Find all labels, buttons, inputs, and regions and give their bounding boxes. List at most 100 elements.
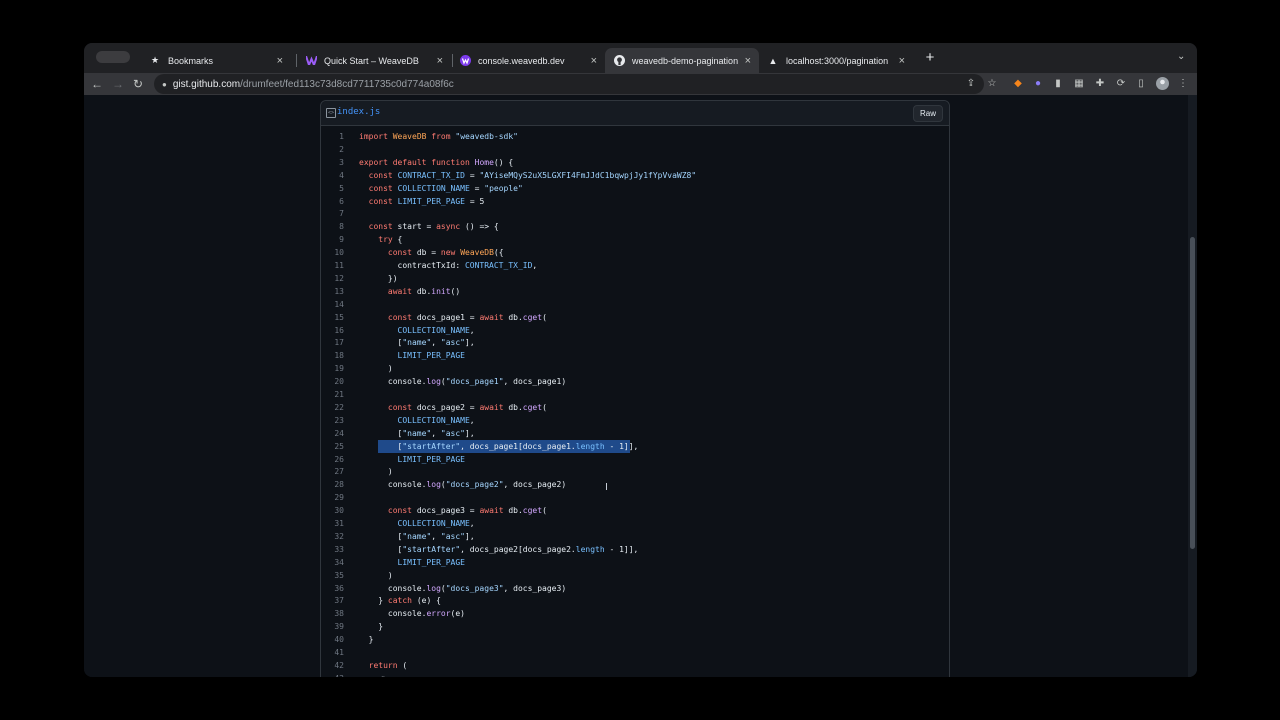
close-icon[interactable]: × [277, 55, 283, 67]
grid-extension-icon[interactable]: ▦ [1072, 77, 1086, 91]
line-number[interactable]: 38 [314, 607, 344, 620]
line-number[interactable]: 18 [314, 349, 344, 362]
code-line[interactable]: 24 ["name", "asc"], [321, 427, 949, 440]
sidebar-icon[interactable]: ▯ [1134, 77, 1148, 91]
line-number[interactable]: 13 [314, 285, 344, 298]
code-line[interactable]: 19 ) [321, 362, 949, 375]
wallet-extension-icon[interactable]: ● [1031, 77, 1045, 91]
code-line[interactable]: 25 ["startAfter", docs_page1[docs_page1.… [321, 439, 949, 453]
tab-quick-start-weavedb[interactable]: Quick Start – WeaveDB × [297, 48, 451, 73]
scrollbar[interactable] [1188, 95, 1197, 677]
line-number[interactable]: 23 [314, 414, 344, 427]
scrollbar-thumb[interactable] [1190, 237, 1195, 549]
menu-kebab-icon[interactable]: ⋮ [1176, 77, 1190, 91]
line-number[interactable]: 43 [314, 672, 344, 677]
line-number[interactable]: 4 [314, 169, 344, 182]
line-number[interactable]: 17 [314, 336, 344, 349]
close-icon[interactable]: × [745, 55, 751, 67]
line-number[interactable]: 36 [314, 582, 344, 595]
line-number[interactable]: 35 [314, 569, 344, 582]
code-line[interactable]: 37 } catch (e) { [321, 594, 949, 607]
code-line[interactable]: 27 ) [321, 465, 949, 478]
file-name-link[interactable]: index.js [337, 107, 380, 117]
line-number[interactable]: 7 [314, 207, 344, 220]
code-line[interactable]: 2 [321, 143, 949, 156]
code-line[interactable]: 22 const docs_page2 = await db.cget( [321, 401, 949, 414]
code-line[interactable]: 12 }) [321, 272, 949, 285]
code-line[interactable]: 20 console.log("docs_page1", docs_page1) [321, 375, 949, 388]
code-line[interactable]: 5 const COLLECTION_NAME = "people" [321, 182, 949, 195]
code-line[interactable]: 18 LIMIT_PER_PAGE [321, 349, 949, 362]
code-line[interactable]: 33 ["startAfter", docs_page2[docs_page2.… [321, 543, 949, 556]
bookmark-star-icon[interactable]: ☆ [985, 77, 999, 91]
code-line[interactable]: 28 console.log("docs_page2", docs_page2) [321, 478, 949, 491]
line-number[interactable]: 21 [314, 388, 344, 401]
line-number[interactable]: 39 [314, 620, 344, 633]
code-line[interactable]: 32 ["name", "asc"], [321, 530, 949, 543]
puzzle-extensions-icon[interactable]: ✚ [1093, 77, 1107, 91]
line-number[interactable]: 27 [314, 465, 344, 478]
line-number[interactable]: 3 [314, 156, 344, 169]
new-tab-button[interactable]: + [922, 50, 938, 66]
tab-search-chevron-icon[interactable]: ⌄ [1177, 51, 1185, 62]
code-line[interactable]: 39 } [321, 620, 949, 633]
line-number[interactable]: 20 [314, 375, 344, 388]
line-number[interactable]: 40 [314, 633, 344, 646]
line-number[interactable]: 19 [314, 362, 344, 375]
code-line[interactable]: 15 const docs_page1 = await db.cget( [321, 311, 949, 324]
line-number[interactable]: 42 [314, 659, 344, 672]
code-line[interactable]: 30 const docs_page3 = await db.cget( [321, 504, 949, 517]
extension-icon[interactable]: ▮ [1051, 77, 1065, 91]
tab-bookmarks[interactable]: ★ Bookmarks × [141, 48, 291, 73]
code-line[interactable]: 21 [321, 388, 949, 401]
window-controls[interactable] [96, 51, 130, 63]
line-number[interactable]: 12 [314, 272, 344, 285]
forward-arrow-icon[interactable]: → [111, 77, 125, 91]
line-number[interactable]: 28 [314, 478, 344, 491]
reload-icon[interactable]: ↻ [131, 77, 145, 91]
tab-localhost-pagination[interactable]: ▲ localhost:3000/pagination × [759, 48, 913, 73]
line-number[interactable]: 15 [314, 311, 344, 324]
line-number[interactable]: 5 [314, 182, 344, 195]
raw-button[interactable]: Raw [912, 105, 943, 122]
line-number[interactable]: 22 [314, 401, 344, 414]
line-number[interactable]: 14 [314, 298, 344, 311]
tab-console-weavedb[interactable]: console.weavedb.dev × [451, 48, 605, 73]
code-line[interactable]: 8 const start = async () => { [321, 220, 949, 233]
code-line[interactable]: 7 [321, 207, 949, 220]
sync-icon[interactable]: ⟳ [1114, 77, 1128, 91]
line-number[interactable]: 34 [314, 556, 344, 569]
code-line[interactable]: 42 return ( [321, 659, 949, 672]
code-line[interactable]: 16 COLLECTION_NAME, [321, 324, 949, 337]
line-number[interactable]: 16 [314, 324, 344, 337]
line-number[interactable]: 25 [314, 440, 344, 453]
line-number[interactable]: 31 [314, 517, 344, 530]
code-line[interactable]: 41 [321, 646, 949, 659]
close-icon[interactable]: × [899, 55, 905, 67]
line-number[interactable]: 9 [314, 233, 344, 246]
code-line[interactable]: 31 COLLECTION_NAME, [321, 517, 949, 530]
line-number[interactable]: 6 [314, 195, 344, 208]
code-line[interactable]: 4 const CONTRACT_TX_ID = "AYiseMQyS2uX5L… [321, 169, 949, 182]
code-line[interactable]: 10 const db = new WeaveDB({ [321, 246, 949, 259]
line-number[interactable]: 33 [314, 543, 344, 556]
back-arrow-icon[interactable]: ← [90, 77, 104, 91]
line-number[interactable]: 41 [314, 646, 344, 659]
address-bar[interactable]: ● gist.github.com/drumfeet/fed113c73d8cd… [154, 74, 984, 94]
line-number[interactable]: 1 [314, 130, 344, 143]
code-line[interactable]: 13 await db.init() [321, 285, 949, 298]
code-line[interactable]: 1 import WeaveDB from "weavedb-sdk" [321, 130, 949, 143]
code-line[interactable]: 34 LIMIT_PER_PAGE [321, 556, 949, 569]
line-number[interactable]: 29 [314, 491, 344, 504]
close-icon[interactable]: × [591, 55, 597, 67]
code-line[interactable]: 26 LIMIT_PER_PAGE [321, 453, 949, 466]
profile-avatar[interactable] [1155, 77, 1169, 91]
code-line[interactable]: 35 ) [321, 569, 949, 582]
line-number[interactable]: 30 [314, 504, 344, 517]
code-line[interactable]: 17 ["name", "asc"], [321, 336, 949, 349]
line-number[interactable]: 10 [314, 246, 344, 259]
code-line[interactable]: 29 [321, 491, 949, 504]
line-number[interactable]: 24 [314, 427, 344, 440]
metamask-extension-icon[interactable]: ◆ [1011, 77, 1025, 91]
code-line[interactable]: 11 contractTxId: CONTRACT_TX_ID, [321, 259, 949, 272]
